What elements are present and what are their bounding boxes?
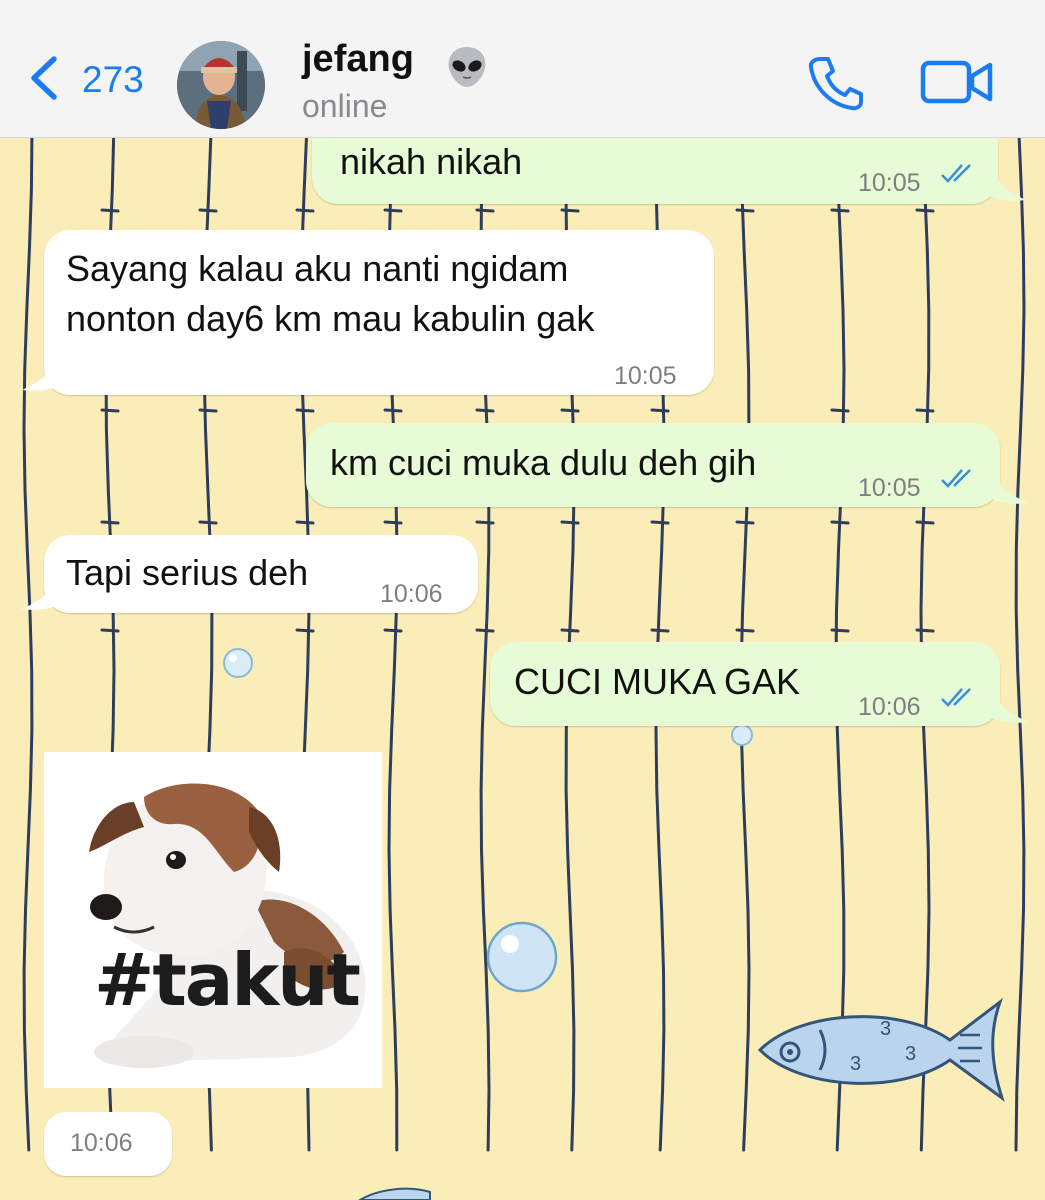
sticker-message[interactable]: #takut — [44, 752, 382, 1088]
wallpaper-stitch — [735, 628, 755, 633]
message-time: 10:06 — [858, 693, 921, 721]
wallpaper-stitch — [100, 520, 120, 525]
bubble-tail — [990, 160, 1026, 201]
wallpaper-stitch — [383, 208, 403, 213]
message-text: Sayang kalau aku nanti ngidam nonton day… — [66, 248, 595, 339]
wallpaper-stitch — [295, 208, 315, 213]
message-text: CUCI MUKA GAK — [514, 661, 801, 702]
wallpaper-stitch — [295, 628, 315, 633]
read-receipt-icon — [941, 688, 971, 707]
message-text: km cuci muka dulu deh gih — [330, 442, 757, 483]
wallpaper-stitch — [830, 628, 850, 633]
wallpaper-stitch — [383, 628, 403, 633]
sticker-timestamp: 10:06 — [44, 1112, 172, 1176]
message-time: 10:06 — [70, 1129, 133, 1157]
wallpaper-stitch — [198, 408, 218, 413]
wallpaper-stitch — [830, 520, 850, 525]
unread-count: 273 — [82, 59, 144, 100]
wallpaper-stitch — [650, 408, 670, 413]
video-camera-icon[interactable] — [920, 60, 994, 104]
wallpaper-stitch — [198, 208, 218, 213]
chat-header: 273 jefang online — [0, 0, 1045, 138]
back-button[interactable]: 273 — [20, 45, 170, 115]
bubble-tail — [22, 569, 58, 610]
bubble-tail — [22, 350, 58, 391]
wallpaper-stitch — [560, 208, 580, 213]
message-text: Tapi serius deh — [66, 552, 309, 593]
alien-emoji-icon — [448, 47, 486, 87]
message-time: 10:05 — [858, 474, 921, 502]
wallpaper-stitch — [383, 408, 403, 413]
message-bubble-incoming[interactable]: Tapi serius deh 10:06 — [44, 535, 478, 613]
read-receipt-icon — [941, 164, 971, 183]
wallpaper-stitch — [475, 628, 495, 633]
wallpaper-stitch — [830, 208, 850, 213]
message-time: 10:05 — [858, 169, 921, 197]
wallpaper-stitch — [100, 208, 120, 213]
bubble-tail — [992, 682, 1028, 723]
wallpaper-stitch — [650, 520, 670, 525]
message-text: nikah nikah — [340, 141, 523, 182]
bubble-tail — [992, 463, 1028, 504]
wallpaper-stitch — [475, 520, 495, 525]
wallpaper-stitch — [915, 408, 935, 413]
wallpaper-stitch — [650, 628, 670, 633]
wallpaper-stitch — [830, 408, 850, 413]
wallpaper-stitch — [475, 208, 495, 213]
wallpaper-stitch — [295, 520, 315, 525]
message-time: 10:05 — [614, 362, 677, 390]
message-time: 10:06 — [380, 580, 443, 608]
wallpaper-stitch — [100, 408, 120, 413]
message-bubble-outgoing[interactable]: km cuci muka dulu deh gih 10:05 — [306, 423, 1000, 507]
wallpaper-stitch — [383, 520, 403, 525]
wallpaper-stitch — [560, 628, 580, 633]
wallpaper-stitch — [295, 408, 315, 413]
wallpaper-stitch — [560, 520, 580, 525]
read-receipt-icon — [941, 469, 971, 488]
avatar[interactable] — [177, 41, 265, 129]
wallpaper-stitch — [198, 520, 218, 525]
wallpaper-stitch — [915, 628, 935, 633]
phone-icon[interactable] — [806, 55, 864, 111]
wallpaper-stitch — [915, 520, 935, 525]
chevron-left-icon — [31, 56, 57, 100]
message-bubble-outgoing[interactable]: CUCI MUKA GAK 10:06 — [490, 642, 1000, 726]
contact-name[interactable]: jefang — [302, 38, 414, 81]
contact-status: online — [302, 88, 388, 124]
wallpaper-stitch — [735, 208, 755, 213]
wallpaper-stitch — [100, 628, 120, 633]
dog-sticker-image — [44, 752, 382, 1088]
message-bubble-outgoing[interactable]: nikah nikah 10:05 — [312, 138, 998, 204]
sticker-caption: #takut — [94, 938, 361, 1022]
wallpaper-stitch — [735, 520, 755, 525]
svg-text:3: 3 — [850, 1053, 861, 1075]
svg-text:3: 3 — [905, 1043, 916, 1065]
message-bubble-incoming[interactable]: Sayang kalau aku nanti ngidam nonton day… — [44, 230, 714, 395]
wallpaper-stitch — [560, 408, 580, 413]
svg-text:3: 3 — [880, 1018, 891, 1040]
wallpaper-stitch — [915, 208, 935, 213]
wallpaper-stitch — [475, 408, 495, 413]
